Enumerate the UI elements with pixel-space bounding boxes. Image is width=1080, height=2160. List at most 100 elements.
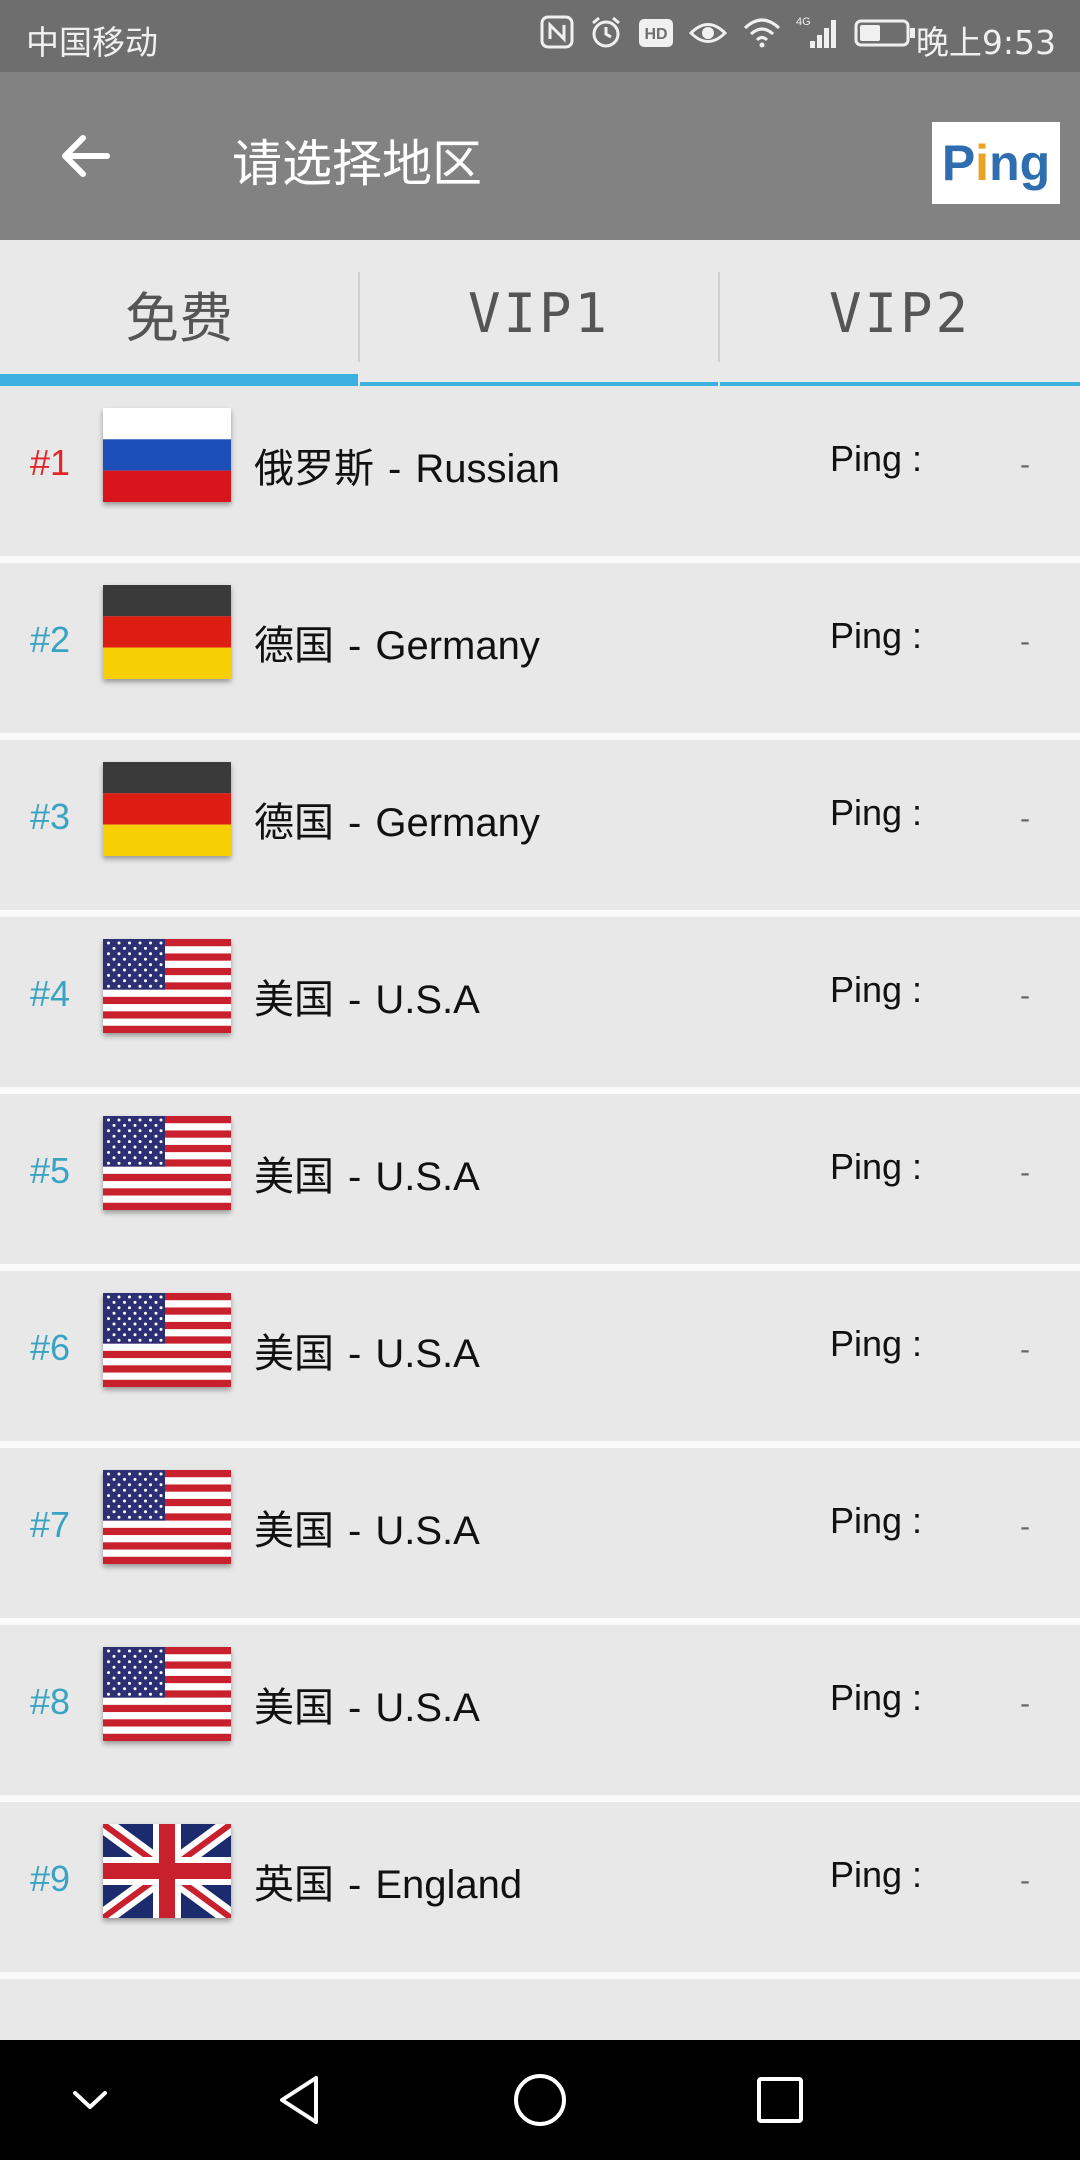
usa-flag-icon	[103, 1470, 231, 1565]
server-row[interactable]: #4 美国 - U.S.A Ping : -	[0, 917, 1080, 1087]
server-country: 德国 - Germany	[254, 790, 540, 848]
server-country: 美国 - U.S.A	[254, 1498, 480, 1556]
nav-back-button[interactable]	[255, 2060, 345, 2140]
row-divider	[0, 733, 1080, 740]
server-row[interactable]: #1 俄罗斯 - Russian Ping :-	[0, 386, 1080, 556]
tab-vip2[interactable]: VIP2	[720, 240, 1080, 386]
country-separator: -	[348, 1155, 362, 1199]
row-divider	[0, 1972, 1080, 1979]
usa-flag-icon	[103, 1116, 231, 1211]
eye-icon	[688, 17, 728, 56]
ping-value: -	[1020, 625, 1031, 658]
ping-button[interactable]: Pi ng	[932, 122, 1060, 204]
country-name-en: Germany	[375, 624, 540, 668]
ping-value: -	[1020, 1333, 1031, 1366]
home-circle-icon	[514, 2074, 566, 2126]
country-name-cn: 俄罗斯	[254, 447, 374, 491]
server-country: 俄罗斯 - Russian	[254, 436, 560, 494]
flag-icon	[97, 1816, 237, 1926]
ping-value: -	[1020, 1687, 1031, 1720]
server-rank: #1	[30, 442, 71, 483]
server-rank: #4	[30, 973, 71, 1014]
country-separator: -	[348, 1686, 362, 1730]
status-time: 晚上9:53	[915, 23, 1056, 62]
country-separator: -	[348, 1863, 362, 1907]
tab-free-label: 免费	[125, 286, 233, 350]
row-divider	[0, 1441, 1080, 1448]
russia-flag-icon	[103, 408, 231, 502]
server-row[interactable]: #7 美国 - U.S.A Ping : -	[0, 1448, 1080, 1618]
server-country: 德国 - Germany	[254, 613, 540, 671]
server-rank: #7	[30, 1504, 71, 1545]
svg-text:4G: 4G	[796, 16, 811, 28]
ping-label: Ping :	[830, 1146, 923, 1187]
usa-flag-icon	[103, 1293, 231, 1388]
server-row[interactable]: #5 美国 - U.S.A Ping :-	[0, 1094, 1080, 1264]
flag-icon	[103, 1293, 231, 1388]
country-separator: -	[348, 978, 362, 1022]
flag-icon	[103, 1116, 231, 1211]
server-row[interactable]: #8 美国 - U.S.A Ping :-	[0, 1625, 1080, 1795]
ping-value: -	[1020, 802, 1031, 835]
ping-label: Ping :	[830, 438, 923, 479]
usa-flag-icon	[103, 939, 231, 1034]
row-divider	[0, 556, 1080, 563]
status-icons: HD 4G	[540, 14, 916, 58]
country-name-en: Germany	[375, 801, 540, 845]
server-row[interactable]: #9 英国 - England Ping :-	[0, 1802, 1080, 1972]
collapse-button[interactable]	[45, 2060, 135, 2140]
ping-value: -	[1020, 1156, 1031, 1189]
server-rank: #5	[30, 1150, 71, 1191]
server-row[interactable]: #6 美国 - U.S.A Ping :-	[0, 1271, 1080, 1441]
carrier-name: 中国移动	[26, 23, 158, 62]
server-rank: #2	[30, 619, 71, 660]
page-title: 请选择地区	[232, 135, 482, 193]
ping-label: Ping :	[830, 792, 923, 833]
ping-label: Ping :	[830, 1854, 923, 1895]
country-name-cn: 德国	[254, 801, 334, 845]
germany-flag-icon	[103, 585, 231, 679]
tab-free[interactable]: 免费	[0, 240, 358, 386]
tab-vip1-label: VIP1	[467, 281, 611, 345]
ping-value: -	[1020, 979, 1031, 1012]
server-country: 美国 - U.S.A	[254, 967, 480, 1025]
nav-recents-button[interactable]	[735, 2060, 825, 2140]
tab-vip1[interactable]: VIP1	[360, 240, 718, 386]
ping-button-label-start: P	[941, 135, 976, 191]
flag-icon	[103, 1647, 231, 1742]
country-separator: -	[348, 1332, 362, 1376]
alarm-icon	[588, 14, 624, 58]
ping-label: Ping :	[830, 1500, 923, 1541]
system-navigation-bar	[0, 2040, 1080, 2160]
server-rank: #6	[30, 1327, 71, 1368]
country-separator: -	[348, 1509, 362, 1553]
server-row[interactable]: #2 德国 - Germany Ping : -	[0, 563, 1080, 733]
ping-value: -	[1020, 1510, 1031, 1543]
country-name-en: England	[375, 1863, 523, 1907]
ping-button-label-dot: i	[975, 135, 990, 191]
country-name-en: U.S.A	[375, 1686, 480, 1730]
ping-button-label-end: ng	[989, 135, 1051, 191]
server-country: 美国 - U.S.A	[254, 1675, 480, 1733]
recents-square-icon	[757, 2077, 803, 2123]
country-name-cn: 美国	[254, 1155, 334, 1199]
nav-home-button[interactable]	[495, 2060, 585, 2140]
ping-label: Ping :	[830, 1323, 923, 1364]
row-divider	[0, 1795, 1080, 1802]
collapse-icon	[73, 2091, 107, 2109]
svg-text:HD: HD	[644, 26, 667, 43]
row-divider	[0, 1264, 1080, 1271]
ping-label: Ping :	[830, 615, 923, 656]
country-name-cn: 美国	[254, 978, 334, 1022]
server-row[interactable]: #3 德国 - Germany Ping :-	[0, 740, 1080, 910]
country-name-cn: 德国	[254, 624, 334, 668]
row-divider	[0, 1087, 1080, 1094]
row-divider	[0, 1618, 1080, 1625]
back-button[interactable]	[40, 116, 130, 196]
usa-flag-icon	[103, 1647, 231, 1742]
back-arrow-icon	[62, 135, 110, 177]
back-triangle-icon	[280, 2076, 318, 2124]
ping-value: -	[1020, 1864, 1031, 1897]
ping-label: Ping :	[830, 969, 923, 1010]
tab-free-indicator	[0, 374, 358, 386]
